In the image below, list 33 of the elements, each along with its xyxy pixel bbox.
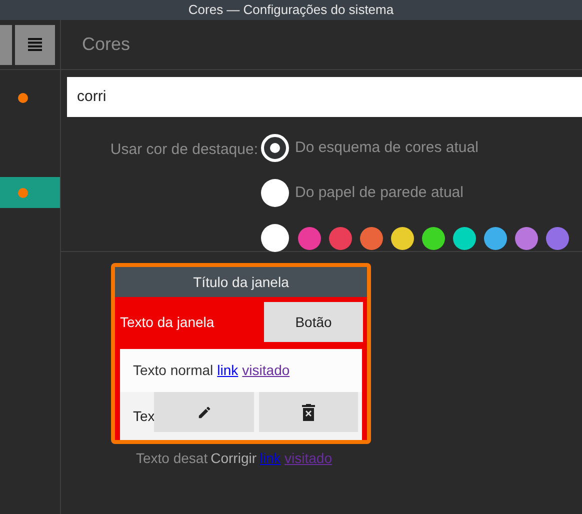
- window-text: Texto da janela: [120, 312, 214, 332]
- radio-button[interactable]: [261, 224, 289, 252]
- color-swatch[interactable]: [453, 226, 476, 250]
- color-swatch[interactable]: [298, 226, 321, 250]
- search-field[interactable]: corri: [67, 77, 582, 117]
- row-text: Tex: [133, 406, 155, 426]
- accent-label: Usar cor de destaque:: [110, 140, 258, 160]
- delete-button[interactable]: [259, 392, 358, 432]
- menu-icon: [28, 38, 42, 51]
- normal-text: Texto normal: [133, 361, 214, 380]
- search-value: corri: [77, 86, 106, 107]
- fix-text: Corrigir: [210, 449, 256, 468]
- color-swatch[interactable]: [515, 226, 538, 250]
- disabled-text: Texto desat: [136, 449, 208, 468]
- option-label: Do papel de parede atual: [295, 182, 464, 203]
- radio-button[interactable]: [261, 134, 289, 162]
- radio-button[interactable]: [261, 179, 289, 207]
- color-swatch[interactable]: [329, 226, 352, 250]
- option-label: Do esquema de cores atual: [295, 138, 478, 158]
- color-swatch[interactable]: [484, 226, 507, 250]
- preview-button[interactable]: Botão: [264, 302, 363, 342]
- color-swatch[interactable]: [546, 226, 569, 250]
- preview-title: Título da janela: [193, 272, 289, 292]
- color-swatch[interactable]: [360, 226, 383, 250]
- page-title: Cores: [82, 33, 130, 56]
- color-swatch[interactable]: [391, 226, 414, 250]
- trash-icon: [302, 404, 315, 420]
- link[interactable]: link: [217, 360, 238, 381]
- window-title: Cores — Configurações do sistema: [188, 1, 394, 20]
- color-swatch[interactable]: [422, 226, 445, 250]
- menu-button[interactable]: [15, 24, 55, 64]
- pencil-icon: [196, 404, 212, 420]
- visited-link[interactable]: visitado: [242, 360, 290, 381]
